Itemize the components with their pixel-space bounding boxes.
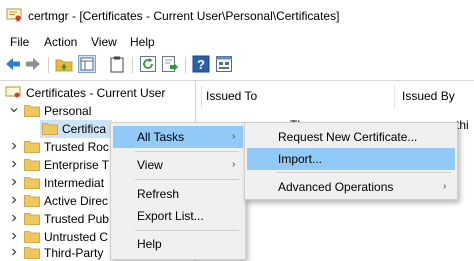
menu-item-label: Request New Certificate... (278, 130, 418, 144)
chevron-right-icon: › (443, 181, 447, 192)
column-separator (394, 86, 395, 108)
context-menu: All Tasks › View › Refresh Export List..… (110, 122, 246, 260)
menu-item-request-new-certificate[interactable]: Request New Certificate... (247, 126, 455, 148)
menu-file[interactable]: File (10, 35, 29, 49)
toolbar-separator (48, 57, 49, 73)
menu-item-label: All Tasks (137, 130, 185, 144)
menu-item-label: Advanced Operations (278, 180, 394, 194)
menu-item-export-list[interactable]: Export List... (113, 205, 243, 227)
up-folder-icon[interactable] (55, 55, 73, 73)
certificate-manager-icon (6, 8, 22, 22)
column-separator (201, 86, 202, 108)
toolbar: ? (0, 52, 474, 78)
menu-separator (135, 179, 239, 180)
menu-item-import[interactable]: Import... (247, 148, 455, 170)
svg-text:?: ? (197, 57, 205, 72)
tree-item-certificates-selected[interactable]: Certifica (40, 120, 112, 138)
window-title: certmgr - [Certificates - Current User\P… (28, 9, 340, 23)
toolbar-separator (132, 57, 133, 73)
tree-item-label: Untrusted C (44, 230, 109, 244)
column-header-issued-by[interactable]: Issued By (402, 89, 455, 103)
tree-item-label: Certifica (62, 122, 107, 136)
menu-item-all-tasks[interactable]: All Tasks › (113, 126, 243, 148)
chevron-down-icon[interactable] (10, 106, 18, 114)
help-icon[interactable]: ? (192, 55, 210, 73)
tree-item-label: Intermediat (44, 176, 105, 190)
chevron-right-icon[interactable] (10, 178, 18, 186)
chevron-right-icon[interactable] (10, 248, 18, 256)
title-bar: certmgr - [Certificates - Current User\P… (0, 0, 474, 32)
menu-item-help[interactable]: Help (113, 233, 243, 255)
chevron-right-icon[interactable] (10, 160, 18, 168)
forward-arrow-icon[interactable] (24, 55, 42, 73)
chevron-right-icon: › (232, 131, 236, 142)
menu-help[interactable]: Help (130, 35, 155, 49)
tree-item-root[interactable]: Certificates - Current User (0, 84, 196, 102)
menu-separator (135, 230, 239, 231)
folder-icon (42, 123, 58, 135)
folder-icon (24, 141, 40, 153)
menu-item-refresh[interactable]: Refresh (113, 183, 243, 205)
tree-item-label: Trusted Pub (44, 212, 109, 226)
chevron-right-icon[interactable] (10, 196, 18, 204)
all-tasks-submenu: Request New Certificate... Import... Adv… (244, 122, 458, 200)
back-arrow-icon[interactable] (4, 55, 22, 73)
refresh-icon[interactable] (139, 55, 157, 73)
tree-item-label: Certificates - Current User (26, 86, 166, 100)
chevron-right-icon[interactable] (10, 232, 18, 240)
folder-icon (24, 231, 40, 243)
menu-bar: File Action View Help (0, 33, 474, 51)
tree-item-personal[interactable]: Personal (0, 102, 196, 120)
menu-separator (135, 151, 239, 152)
folder-icon (24, 195, 40, 207)
toolbar-separator (185, 57, 186, 73)
folder-icon (24, 177, 40, 189)
menu-action[interactable]: Action (44, 35, 77, 49)
menu-item-label: Import... (278, 152, 323, 166)
folder-icon (24, 105, 40, 117)
column-header-issued-to[interactable]: Issued To (206, 89, 257, 103)
show-hide-tree-icon[interactable] (78, 55, 96, 73)
certificate-store-icon (5, 86, 21, 98)
menu-separator (276, 172, 451, 173)
certmgr-window: certmgr - [Certificates - Current User\P… (0, 0, 474, 261)
tree-item-label: Third-Party (44, 246, 104, 260)
menu-item-label: Refresh (137, 187, 180, 201)
clipboard-icon[interactable] (108, 55, 126, 73)
menu-view[interactable]: View (91, 35, 117, 49)
chevron-right-icon[interactable] (10, 142, 18, 150)
chevron-right-icon: › (232, 159, 236, 170)
menu-item-advanced-operations[interactable]: Advanced Operations › (247, 176, 455, 198)
folder-icon (24, 213, 40, 225)
folder-icon (24, 159, 40, 171)
folder-icon (24, 247, 40, 259)
properties-icon[interactable] (215, 55, 233, 73)
tree-item-label: Personal (44, 104, 92, 118)
menu-item-view[interactable]: View › (113, 154, 243, 176)
tree-item-label: Enterprise T (44, 158, 110, 172)
chevron-right-icon[interactable] (10, 214, 18, 222)
export-icon[interactable] (161, 55, 179, 73)
menu-item-label: Help (137, 237, 162, 251)
tree-item-label: Trusted Roc (44, 140, 109, 154)
tree-item-label: Active Direc (44, 194, 109, 208)
menu-item-label: View (137, 158, 163, 172)
menu-item-label: Export List... (137, 209, 204, 223)
